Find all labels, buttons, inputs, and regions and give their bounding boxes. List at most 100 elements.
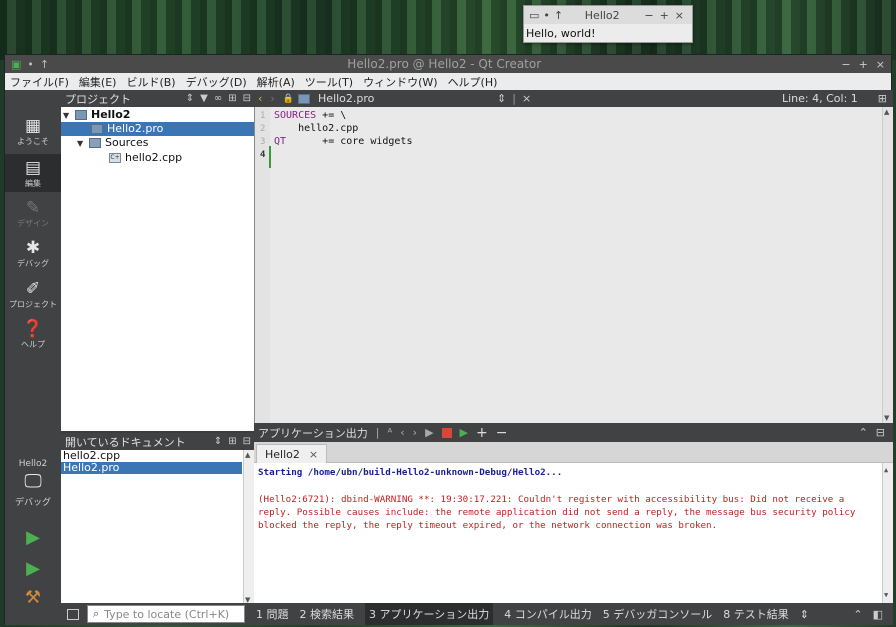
scroll-down-icon[interactable]: ▼ xyxy=(884,414,889,422)
zoom-in-icon[interactable]: + xyxy=(476,425,488,441)
open-document-item[interactable]: Hello2.pro xyxy=(61,462,242,474)
minimize-icon[interactable]: − xyxy=(841,58,850,71)
output-scrollbar[interactable]: ▲ ▼ xyxy=(882,463,893,603)
tree-item-sources[interactable]: ▼ Sources xyxy=(77,136,149,150)
output-warning: (Hello2:6721): dbind-WARNING **: 19:30:1… xyxy=(258,494,856,531)
more-tabs-icon[interactable]: ⇕ xyxy=(800,608,809,621)
scroll-up-icon[interactable]: ▲ xyxy=(245,451,250,459)
close-document-icon[interactable]: × xyxy=(522,92,531,105)
split-icon[interactable]: ⊞ xyxy=(228,93,236,104)
editor-scrollbar[interactable]: ▲ ▼ xyxy=(882,107,893,423)
menu-build[interactable]: ビルド(B) xyxy=(121,74,180,90)
font-size-icon[interactable]: ᴬ xyxy=(388,426,393,439)
project-panel-title[interactable]: プロジェクト xyxy=(65,91,183,107)
mode-welcome[interactable]: ▦ ようこそ xyxy=(5,116,61,147)
tree-item-project-root[interactable]: ▼ Hello2 xyxy=(63,108,130,122)
mode-edit[interactable]: ▤ 編集 xyxy=(5,154,61,192)
output-tab-compile-output[interactable]: 4 コンパイル出力 xyxy=(504,606,592,622)
close-tab-icon[interactable]: × xyxy=(309,448,318,461)
split-icon[interactable]: ⊞ xyxy=(228,436,236,447)
stop-icon[interactable] xyxy=(441,427,452,438)
output-tab-test-results[interactable]: 8 テスト結果 xyxy=(723,606,789,622)
kit-selector[interactable]: Hello2 🖵 デバッグ xyxy=(5,459,61,508)
dropdown-icon[interactable]: ⇕ xyxy=(214,436,222,447)
docs-scrollbar[interactable]: ▲ ▼ xyxy=(243,450,254,605)
debug-run-icon[interactable]: ▶ xyxy=(5,558,61,579)
split-icon[interactable]: ⊞ xyxy=(878,92,887,105)
output-tab-application-output[interactable]: 3 アプリケーション出力 xyxy=(365,603,494,625)
build-hammer-icon[interactable]: ⚒ xyxy=(5,587,61,608)
attach-debugger-icon[interactable]: ▶ xyxy=(460,426,468,439)
dropdown-icon[interactable]: ⇕ xyxy=(497,92,506,105)
back-icon[interactable]: ‹ xyxy=(258,92,262,105)
maximize-pane-icon[interactable]: ⌃ xyxy=(859,426,868,439)
output-tab-issues[interactable]: 1 問題 xyxy=(256,606,289,622)
close-panel-icon[interactable]: ⊟ xyxy=(243,93,251,104)
maximize-icon[interactable]: + xyxy=(660,9,669,22)
mode-debug[interactable]: ✱ デバッグ xyxy=(5,238,61,269)
locator-input[interactable]: ⌕ Type to locate (Ctrl+K) xyxy=(87,605,245,623)
toggle-sidebar-icon[interactable] xyxy=(67,608,79,620)
close-pane-icon[interactable]: ⊟ xyxy=(876,426,885,439)
dropdown-icon[interactable]: ⇕ xyxy=(186,93,194,104)
pin-up-icon[interactable]: ↑ xyxy=(554,9,563,22)
menu-debug[interactable]: デバッグ(D) xyxy=(181,74,252,90)
scroll-down-icon[interactable]: ▼ xyxy=(884,589,888,602)
menu-tools[interactable]: ツール(T) xyxy=(300,74,358,90)
menu-window[interactable]: ウィンドウ(W) xyxy=(358,74,442,90)
zoom-out-icon[interactable]: − xyxy=(496,425,508,441)
main-titlebar[interactable]: ▣ • ↑ Hello2.pro @ Hello2 - Qt Creator −… xyxy=(5,55,891,73)
output-tab-search-results[interactable]: 2 検索結果 xyxy=(300,606,355,622)
output-tab-debugger-console[interactable]: 5 デバッガコンソール xyxy=(603,606,713,622)
mode-design[interactable]: ✎ デザイン xyxy=(5,198,61,229)
sticky-icon[interactable]: • xyxy=(27,58,34,71)
maximize-icon[interactable]: + xyxy=(859,58,868,71)
forward-icon[interactable]: › xyxy=(270,92,274,105)
menu-help[interactable]: ヘルプ(H) xyxy=(443,74,503,90)
cursor-position: Line: 4, Col: 1 xyxy=(781,92,858,105)
back-icon[interactable]: ‹ xyxy=(400,426,404,439)
sticky-icon[interactable]: • xyxy=(543,9,550,22)
filter-icon[interactable]: ▼ xyxy=(200,93,208,104)
rerun-icon[interactable]: ▶ xyxy=(425,426,433,439)
menu-edit[interactable]: 編集(E) xyxy=(74,74,122,90)
close-icon[interactable]: × xyxy=(876,58,885,71)
hello-window-titlebar[interactable]: ▭ • ↑ Hello2 − + × xyxy=(524,6,692,24)
mode-help[interactable]: ❓ ヘルプ xyxy=(5,319,61,350)
application-output-text[interactable]: Starting /home/ubn/build-Hello2-unknown-… xyxy=(254,463,893,603)
output-tab[interactable]: Hello2 × xyxy=(256,444,328,463)
mode-projects[interactable]: ✐ プロジェクト xyxy=(5,279,61,310)
forward-icon[interactable]: › xyxy=(413,426,417,439)
mode-label: 編集 xyxy=(25,179,41,188)
editor-file-selector[interactable]: Hello2.pro xyxy=(318,92,493,105)
code-text: += core widgets xyxy=(286,136,413,147)
qt-creator-window: ▣ • ↑ Hello2.pro @ Hello2 - Qt Creator −… xyxy=(4,54,893,625)
collapse-icon[interactable]: ⌃ xyxy=(853,608,862,621)
close-icon[interactable]: × xyxy=(675,9,684,22)
expand-arrow-icon[interactable]: ▼ xyxy=(77,137,89,151)
progress-toggle-icon[interactable]: ◧ xyxy=(873,608,883,621)
close-panel-icon[interactable]: ⊟ xyxy=(243,436,251,447)
minimize-icon[interactable]: − xyxy=(644,9,653,22)
scroll-up-icon[interactable]: ▲ xyxy=(884,108,889,116)
hello-app-window[interactable]: ▭ • ↑ Hello2 − + × Hello, world! xyxy=(523,5,693,43)
scroll-up-icon[interactable]: ▲ xyxy=(884,464,888,477)
line-number-gutter: 1 2 3 4 xyxy=(255,107,270,423)
link-icon[interactable]: ∞ xyxy=(214,93,222,104)
expand-arrow-icon[interactable]: ▼ xyxy=(63,109,75,123)
tree-item-cpp-file[interactable]: C+ hello2.cpp xyxy=(109,151,182,165)
code-line: QT += core widgets xyxy=(274,136,412,147)
run-icon[interactable]: ▶ xyxy=(5,527,61,548)
menu-file[interactable]: ファイル(F) xyxy=(5,74,74,90)
open-documents-header: 開いているドキュメント ⇕ ⊞ ⊟ xyxy=(61,433,254,450)
tree-item-pro-file[interactable]: Hello2.pro xyxy=(61,122,254,136)
code-editor[interactable]: 1 2 3 4 SOURCES += \ hello2.cpp QT += co… xyxy=(254,107,893,423)
open-documents-title[interactable]: 開いているドキュメント xyxy=(65,434,211,450)
output-start-line: Starting /home/ubn/build-Hello2-unknown-… xyxy=(258,467,563,478)
lock-icon[interactable]: 🔒 xyxy=(283,94,294,104)
bug-icon: ✱ xyxy=(25,238,41,258)
menu-analyze[interactable]: 解析(A) xyxy=(252,74,300,90)
pin-up-icon[interactable]: ↑ xyxy=(40,58,49,71)
open-documents-list: hello2.cpp Hello2.pro ▲ ▼ xyxy=(61,450,254,605)
mode-label: デバッグ xyxy=(17,259,49,268)
